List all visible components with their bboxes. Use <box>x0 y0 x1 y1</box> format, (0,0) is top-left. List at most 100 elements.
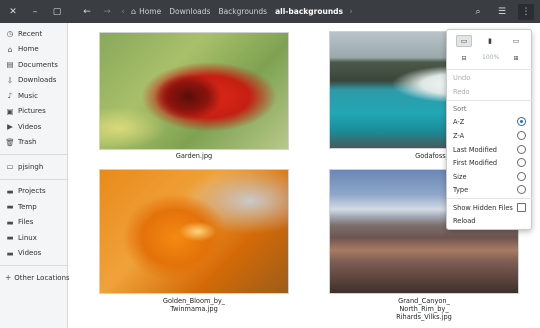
file-name-line: North_Rim_by_ <box>399 305 449 313</box>
menu-icon[interactable]: ⋮ <box>518 3 534 20</box>
folder-icon: ▬ <box>6 233 14 243</box>
sidebar-item-projects[interactable]: ▬ Projects <box>0 184 67 200</box>
sort-option-size[interactable]: Size <box>453 173 467 181</box>
sidebar-item-pjsingh[interactable]: ▭ pjsingh <box>0 159 67 175</box>
sidebar-item-label: Trash <box>18 138 37 147</box>
file-name[interactable]: Grand_Canyon_ North_Rim_by_ Rihards_Vilk… <box>329 297 519 321</box>
sidebar-divider <box>0 178 67 180</box>
reload-item[interactable]: Reload <box>453 217 475 225</box>
sidebar-item-pictures[interactable]: ▣ Pictures <box>0 104 67 120</box>
breadcrumb-label: Home <box>139 7 162 16</box>
header-bar: ✕ – ▢ ← → ‹ ⌂ Home Downloads Backgrounds… <box>0 0 540 23</box>
breadcrumb-label: Backgrounds <box>218 7 268 16</box>
close-icon[interactable]: ✕ <box>5 4 21 20</box>
sort-option-last-modified[interactable]: Last Modified <box>453 146 497 154</box>
file-name[interactable]: Golden_Bloom_by_ Twinmama.jpg <box>99 297 289 313</box>
video-icon: ▶ <box>7 122 13 132</box>
sidebar-item-label: Other Locations <box>14 273 70 282</box>
sort-option-z-a[interactable]: Z-A <box>453 132 464 140</box>
breadcrumb-home[interactable]: ⌂ Home <box>127 3 165 21</box>
sort-option-a-z[interactable]: A-Z <box>453 118 464 126</box>
home-icon: ⌂ <box>131 7 137 16</box>
sidebar-item-music[interactable]: ♪ Music <box>0 88 67 104</box>
back-arrow-icon[interactable]: ← <box>79 4 95 20</box>
maximize-icon[interactable]: ▢ <box>49 4 65 20</box>
file-thumbnail-garden[interactable] <box>99 32 289 150</box>
picture-icon: ▣ <box>6 106 14 116</box>
sidebar-item-label: Videos <box>18 122 42 131</box>
breadcrumb-all-backgrounds[interactable]: all-backgrounds <box>271 3 347 21</box>
sidebar-item-linux[interactable]: ▬ Linux <box>0 230 67 246</box>
sort-radio-type[interactable] <box>517 185 526 194</box>
sidebar-item-trash[interactable]: 🗑 Trash <box>0 135 67 151</box>
file-thumbnail-golden-bloom[interactable] <box>99 169 289 294</box>
file-name-line: Golden_Bloom_by_ <box>162 297 226 305</box>
breadcrumb-label: all-backgrounds <box>275 7 344 16</box>
sort-option-type[interactable]: Type <box>453 186 468 194</box>
view-toggle-icon[interactable]: ☰ <box>494 4 510 20</box>
file-name-line: Rihards_Vilks.jpg <box>396 313 452 321</box>
sort-radio-z-a[interactable] <box>517 131 526 140</box>
sidebar-item-documents[interactable]: ▤ Documents <box>0 57 67 73</box>
sidebar-item-label: Downloads <box>18 76 57 85</box>
sidebar-item-label: Home <box>18 45 39 54</box>
sidebar-item-label: Videos <box>18 249 42 258</box>
breadcrumb-backgrounds[interactable]: Backgrounds <box>214 3 271 21</box>
document-icon: ▤ <box>6 60 14 70</box>
zoom-in-icon[interactable]: ⊞ <box>508 52 524 64</box>
chevron-left-icon[interactable]: ‹ <box>119 4 127 20</box>
sort-option-first-modified[interactable]: First Modified <box>453 159 497 167</box>
open-terminal-icon[interactable]: ▭ <box>508 35 524 47</box>
chevron-right-icon[interactable]: › <box>347 4 355 20</box>
sidebar-item-videos[interactable]: ▶ Videos <box>0 119 67 135</box>
trash-icon: 🗑 <box>5 137 15 147</box>
sidebar-item-files[interactable]: ▬ Files <box>0 215 67 231</box>
folder-icon: ▬ <box>6 217 14 227</box>
bookmark-icon: ▭ <box>6 162 14 172</box>
sidebar-item-temp[interactable]: ▬ Temp <box>0 199 67 215</box>
sort-heading: Sort <box>453 105 467 113</box>
folder-icon: ▬ <box>6 202 14 212</box>
redo-item[interactable]: Redo <box>453 88 470 96</box>
sidebar-item-label: Linux <box>18 233 37 242</box>
file-name[interactable]: Garden.jpg <box>99 152 289 160</box>
music-icon: ♪ <box>7 91 13 101</box>
file-name-line: Twinmama.jpg <box>170 305 218 313</box>
view-options-menu: ▭ ▮ ▭ ⊟ 100% ⊞ Undo Redo Sort A-Z Z-A La… <box>446 29 533 230</box>
sidebar-item-videos-folder[interactable]: ▬ Videos <box>0 246 67 262</box>
new-folder-icon[interactable]: ▭ <box>456 35 472 47</box>
menu-divider <box>447 198 533 199</box>
sidebar-item-downloads[interactable]: ⇩ Downloads <box>0 73 67 89</box>
sort-radio-first-modified[interactable] <box>517 158 526 167</box>
breadcrumb-downloads[interactable]: Downloads <box>165 3 214 21</box>
show-hidden-files-checkbox[interactable] <box>517 203 526 212</box>
header-right-controls: ⌕ ☰ ⋮ <box>464 0 540 23</box>
plus-icon: + <box>5 273 12 283</box>
sidebar-item-label: Documents <box>18 60 58 69</box>
sidebar-item-label: Files <box>18 218 34 227</box>
zoom-out-icon[interactable]: ⊟ <box>456 52 472 64</box>
bookmark-icon[interactable]: ▮ <box>482 35 498 47</box>
minimize-icon[interactable]: – <box>27 4 43 20</box>
sidebar-item-label: Recent <box>18 29 43 38</box>
sidebar: ◷ Recent ⌂ Home ▤ Documents ⇩ Downloads ♪ Mus… <box>0 23 70 328</box>
file-manager-window: ✕ – ▢ ← → ‹ ⌂ Home Downloads Backgrounds… <box>0 0 540 328</box>
breadcrumb-label: Downloads <box>169 7 211 16</box>
sort-radio-a-z[interactable] <box>517 117 526 126</box>
menu-divider <box>447 69 533 70</box>
forward-arrow-icon[interactable]: → <box>99 4 115 20</box>
sidebar-item-recent[interactable]: ◷ Recent <box>0 26 67 42</box>
search-icon[interactable]: ⌕ <box>470 4 486 20</box>
undo-item[interactable]: Undo <box>453 74 470 82</box>
folder-icon: ▬ <box>6 248 14 258</box>
sidebar-divider <box>0 154 67 155</box>
sort-radio-last-modified[interactable] <box>517 145 526 154</box>
sidebar-divider <box>0 265 67 266</box>
show-hidden-files-item[interactable]: Show Hidden Files <box>453 204 513 212</box>
sidebar-item-label: pjsingh <box>18 162 44 171</box>
sidebar-item-other-locations[interactable]: + Other Locations <box>0 270 70 286</box>
sidebar-item-label: Pictures <box>18 107 46 116</box>
folder-icon: ▬ <box>6 186 14 196</box>
sidebar-item-home[interactable]: ⌂ Home <box>0 42 67 58</box>
sort-radio-size[interactable] <box>517 172 526 181</box>
